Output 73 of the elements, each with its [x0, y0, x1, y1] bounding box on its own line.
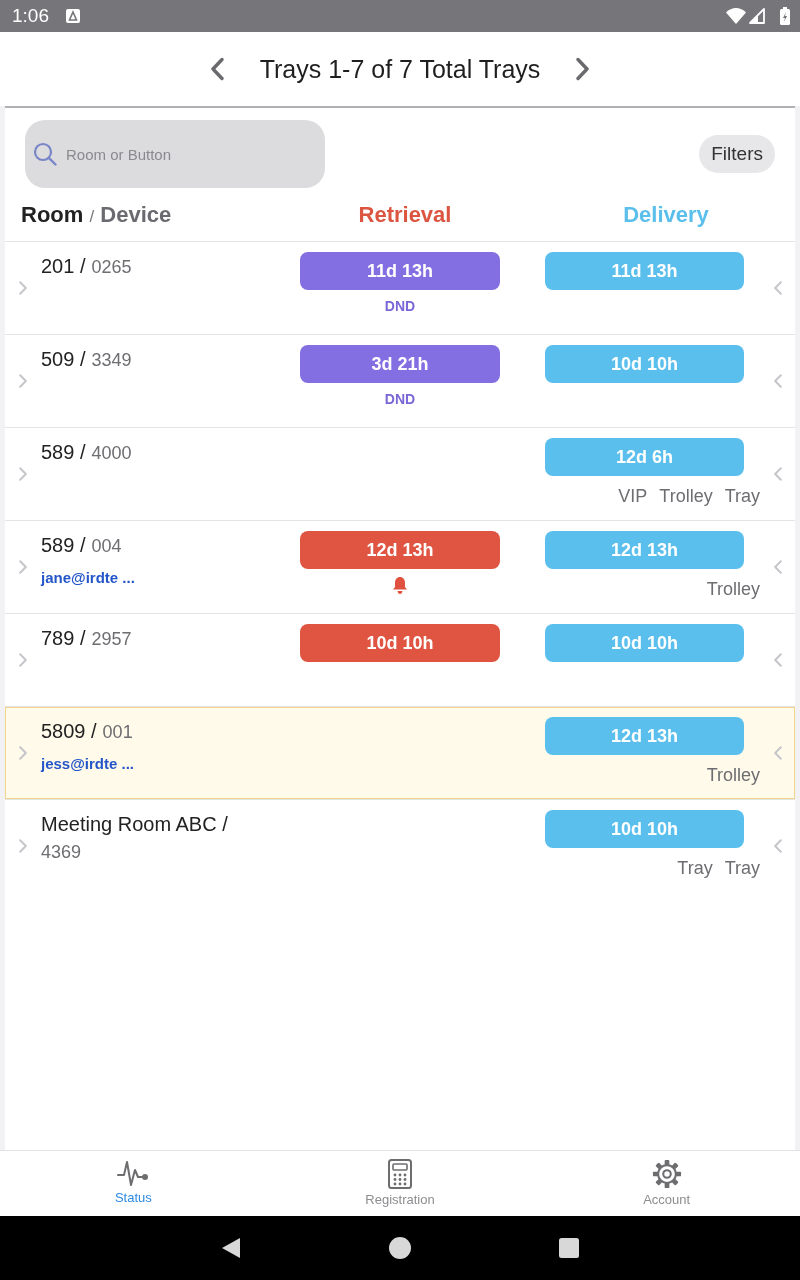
retrieval-timer-badge[interactable]: 10d 10h — [300, 624, 500, 662]
search-field[interactable]: Room or Button — [25, 120, 325, 188]
home-icon[interactable] — [389, 1237, 411, 1259]
navigation-tab[interactable]: Status — [0, 1151, 267, 1216]
device-number: 4000 — [91, 442, 132, 465]
chevron-left-icon — [773, 746, 782, 760]
delivery-timer-badge[interactable]: 12d 13h — [545, 717, 744, 755]
chevron-right-icon[interactable] — [576, 57, 591, 81]
settings-icon — [651, 1159, 682, 1189]
wifi-icon — [726, 8, 746, 24]
signal-icon — [749, 8, 765, 24]
notification-icon — [66, 9, 80, 23]
chevron-right-icon — [19, 746, 27, 760]
chevron-right-icon — [19, 467, 27, 481]
guest-email: jess@irdte ... — [41, 754, 134, 774]
dnd-label: DND — [384, 390, 416, 409]
chevron-left-icon — [773, 560, 782, 574]
chevron-right-icon — [19, 281, 27, 295]
chevron-left-icon — [773, 839, 782, 853]
filters-button[interactable]: Filters — [699, 135, 775, 173]
room-label: 509 / — [41, 347, 86, 372]
device-number: 3349 — [91, 349, 132, 372]
delivery-timer-badge[interactable]: 10d 10h — [545, 345, 744, 383]
pulse-icon — [117, 1159, 150, 1187]
chevron-left-icon — [773, 467, 782, 481]
chevron-left-icon — [773, 374, 782, 388]
chevron-left-icon[interactable] — [209, 57, 224, 81]
device-number: 4369 — [41, 841, 82, 864]
guest-email: jane@irdte ... — [41, 568, 135, 588]
delivery-timer-badge[interactable]: 11d 13h — [545, 252, 744, 290]
delivery-timer-badge[interactable]: 12d 6h — [545, 438, 744, 476]
delivery-timer-badge[interactable]: 10d 10h — [545, 624, 744, 662]
navigation-tab[interactable]: Account — [533, 1151, 800, 1216]
device-number: 004 — [91, 535, 122, 558]
chevron-right-icon — [19, 839, 27, 853]
tray-tag: Tray — [677, 856, 713, 880]
tray-tag: Tray — [724, 856, 760, 880]
back-icon[interactable] — [221, 1237, 241, 1259]
retrieval-timer-badge[interactable]: 3d 21h — [300, 345, 500, 383]
page-title: Trays 1-7 of 7 Total Trays — [259, 54, 541, 84]
room-label: 789 / — [41, 626, 86, 651]
delivery-timer-badge[interactable]: 12d 13h — [545, 531, 744, 569]
tray-tag: VIP — [618, 484, 648, 508]
room-label: 589 / — [41, 440, 86, 465]
tray-row[interactable]: 5809 / 001 jess@irdte ... 12d 13h Trolley — [5, 706, 795, 799]
tray-tag: Trolley — [706, 763, 760, 787]
device-number: 001 — [102, 721, 133, 744]
retrieval-timer-badge[interactable]: 12d 13h — [300, 531, 500, 569]
navigation-tab[interactable]: Registration — [266, 1151, 534, 1216]
chevron-left-icon — [773, 281, 782, 295]
retrieval-heading: Retrieval — [357, 201, 453, 228]
chevron-right-icon — [19, 374, 27, 388]
dnd-label: DND — [384, 297, 416, 316]
battery-icon — [780, 7, 790, 25]
search-icon — [33, 142, 57, 166]
tray-tag: Tray — [724, 484, 760, 508]
calculator-icon — [388, 1159, 412, 1189]
room-label: 589 / — [41, 533, 86, 558]
tray-tag: Trolley — [706, 577, 760, 601]
retrieval-timer-badge[interactable]: 11d 13h — [300, 252, 500, 290]
room-label: Meeting Room ABC / — [41, 812, 228, 837]
delivery-timer-badge[interactable]: 10d 10h — [545, 810, 744, 848]
clock-time: 1:06 — [12, 5, 49, 27]
room-label: 5809 / — [41, 719, 97, 744]
device-number: 0265 — [91, 256, 132, 279]
chevron-right-icon — [19, 653, 27, 667]
tray-tag: Trolley — [659, 484, 713, 508]
room-device-heading: Room / Device — [21, 201, 173, 228]
device-number: 2957 — [91, 628, 132, 651]
chevron-left-icon — [773, 653, 782, 667]
delivery-heading: Delivery — [622, 201, 710, 228]
room-label: 201 / — [41, 254, 86, 279]
chevron-right-icon — [19, 560, 27, 574]
